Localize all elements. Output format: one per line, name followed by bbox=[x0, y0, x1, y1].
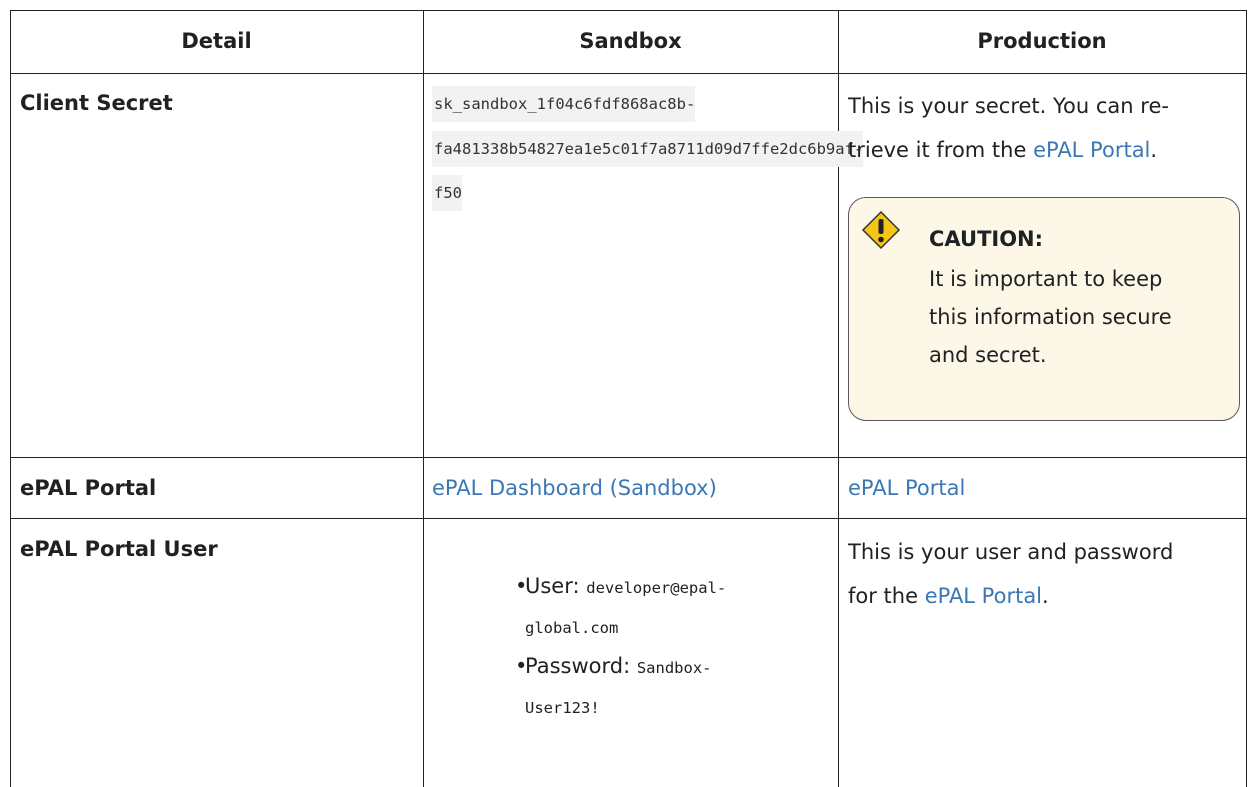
sandbox-secret-line-2: fa481338b54827ea1e5c01f7a8711d09d7ffe2dc… bbox=[432, 131, 864, 167]
production-secret-text-1: This is your secret. You can re- bbox=[848, 94, 1169, 118]
user-label: User: bbox=[525, 574, 587, 598]
row-divider bbox=[10, 518, 1247, 519]
epal-portal-production-link[interactable]: ePAL Portal bbox=[848, 469, 965, 507]
production-user-text-1: This is your user and password bbox=[848, 540, 1174, 564]
column-divider bbox=[423, 10, 424, 787]
list-item-password-cont: User123! bbox=[515, 687, 726, 727]
sandbox-secret-line-3: f50 bbox=[432, 175, 462, 211]
production-secret-text-2: trieve it from the bbox=[848, 138, 1034, 162]
table-border-left bbox=[10, 10, 11, 787]
caution-title: CAUTION: bbox=[929, 227, 1044, 251]
caution-callout: CAUTION: It is important to keep this in… bbox=[848, 197, 1240, 421]
header-detail: Detail bbox=[181, 29, 252, 53]
caution-body: It is important to keep this information… bbox=[929, 260, 1229, 374]
epal-portal-link[interactable]: ePAL Portal bbox=[925, 584, 1042, 608]
table-border-right bbox=[1246, 10, 1247, 787]
password-value: Sandbox- bbox=[636, 659, 712, 677]
row-label-client-secret: Client Secret bbox=[20, 91, 173, 115]
comparison-table: Detail Sandbox Production Client Secret … bbox=[0, 0, 1248, 787]
production-user-text-3: . bbox=[1042, 584, 1049, 608]
row-divider bbox=[10, 457, 1247, 458]
header-production: Production bbox=[977, 29, 1107, 53]
list-item-password: •Password: Sandbox- bbox=[515, 654, 712, 678]
caution-line: It is important to keep bbox=[929, 267, 1163, 291]
row-label-epal-portal: ePAL Portal bbox=[20, 476, 157, 500]
production-secret-text-3: . bbox=[1150, 138, 1158, 162]
production-secret-text: This is your secret. You can re- trieve … bbox=[848, 84, 1238, 172]
sandbox-secret-line-1: sk_sandbox_1f04c6fdf868ac8b- bbox=[432, 86, 696, 122]
sandbox-credentials-list: •User: developer@epal- global.com •Passw… bbox=[515, 567, 726, 727]
epal-dashboard-sandbox-link[interactable]: ePAL Dashboard (Sandbox) bbox=[432, 469, 717, 507]
epal-portal-link[interactable]: ePAL Portal bbox=[1033, 138, 1150, 162]
table-border-top bbox=[10, 10, 1247, 11]
caution-line: and secret. bbox=[929, 343, 1047, 367]
password-label: Password: bbox=[525, 654, 637, 678]
caution-line: this information secure bbox=[929, 305, 1172, 329]
list-item-user-cont: global.com bbox=[515, 607, 726, 647]
header-sandbox: Sandbox bbox=[579, 29, 682, 53]
password-value-cont: User123! bbox=[525, 699, 600, 717]
list-item-user: •User: developer@epal- bbox=[515, 574, 727, 598]
production-user-text: This is your user and password for the e… bbox=[848, 530, 1238, 618]
header-divider bbox=[10, 73, 1247, 74]
production-user-text-2: for the bbox=[848, 584, 925, 608]
warning-icon bbox=[861, 210, 901, 250]
row-label-epal-portal-user: ePAL Portal User bbox=[20, 537, 218, 561]
column-divider bbox=[838, 10, 839, 787]
user-value-cont: global.com bbox=[525, 619, 619, 637]
user-value: developer@epal- bbox=[586, 579, 727, 597]
